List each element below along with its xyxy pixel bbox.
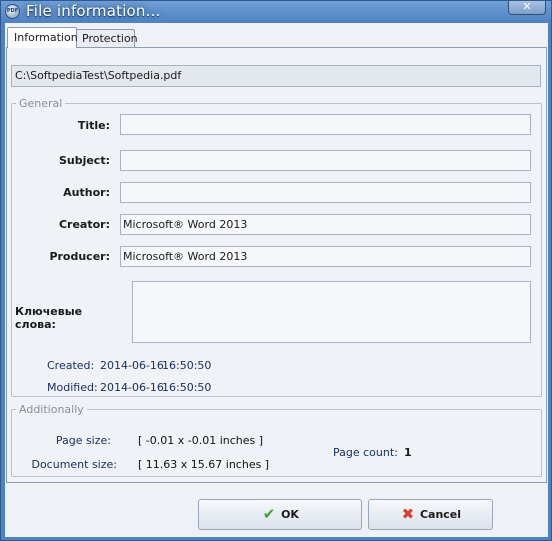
- page-size-value: [ -0.01 x -0.01 inches ]: [138, 434, 264, 447]
- tab-information[interactable]: Information: [7, 27, 78, 48]
- window-title: File information...: [26, 2, 161, 20]
- document-size-label: Document size:: [31, 458, 117, 471]
- creator-field[interactable]: Microsoft® Word 2013: [120, 214, 531, 235]
- subject-field[interactable]: [120, 150, 531, 171]
- created-time: 16:50:50: [162, 359, 212, 372]
- file-path-field: C:\SoftpediaTest\Softpedia.pdf: [11, 65, 541, 87]
- producer-label: Producer:: [49, 250, 110, 263]
- file-information-window: PDF File information... ✕ Information Pr…: [0, 0, 552, 541]
- cancel-button[interactable]: ✖ Cancel: [368, 499, 493, 530]
- pdf-app-icon: PDF: [5, 4, 20, 19]
- created-date: 2014-06-16: [100, 359, 164, 372]
- title-field[interactable]: [120, 114, 531, 135]
- author-field[interactable]: [120, 182, 531, 203]
- creator-label: Creator:: [58, 218, 110, 231]
- producer-field[interactable]: Microsoft® Word 2013: [120, 246, 531, 267]
- checkmark-icon: ✔: [262, 505, 276, 523]
- keywords-field[interactable]: [132, 281, 531, 343]
- page-count-label: Page count:: [333, 446, 398, 459]
- created-label: Created:: [47, 359, 95, 372]
- general-legend: General: [19, 97, 63, 110]
- modified-label: Modified:: [47, 381, 98, 394]
- cancel-label: Cancel: [419, 508, 462, 521]
- modified-time: 16:50:50: [162, 381, 212, 394]
- page-count-value: 1: [404, 446, 412, 459]
- document-size-value: [ 11.63 x 15.67 inches ]: [138, 458, 270, 471]
- title-bar[interactable]: PDF File information... ✕: [1, 1, 551, 23]
- x-icon: ✖: [401, 505, 415, 523]
- author-label: Author:: [63, 186, 110, 199]
- subject-label: Subject:: [58, 154, 110, 167]
- page-size-label: Page size:: [55, 434, 111, 447]
- ok-button[interactable]: ✔ OK: [198, 499, 362, 530]
- tab-protection[interactable]: Protection: [75, 29, 138, 48]
- modified-date: 2014-06-16: [100, 381, 164, 394]
- dialog-client-area: Information Protection C:\SoftpediaTest\…: [5, 23, 548, 537]
- close-button[interactable]: ✕: [508, 1, 546, 15]
- ok-label: OK: [281, 508, 299, 521]
- title-label: Title:: [77, 119, 110, 132]
- keywords-label: Ключевые слова:: [15, 305, 83, 331]
- additionally-legend: Additionally: [19, 403, 84, 416]
